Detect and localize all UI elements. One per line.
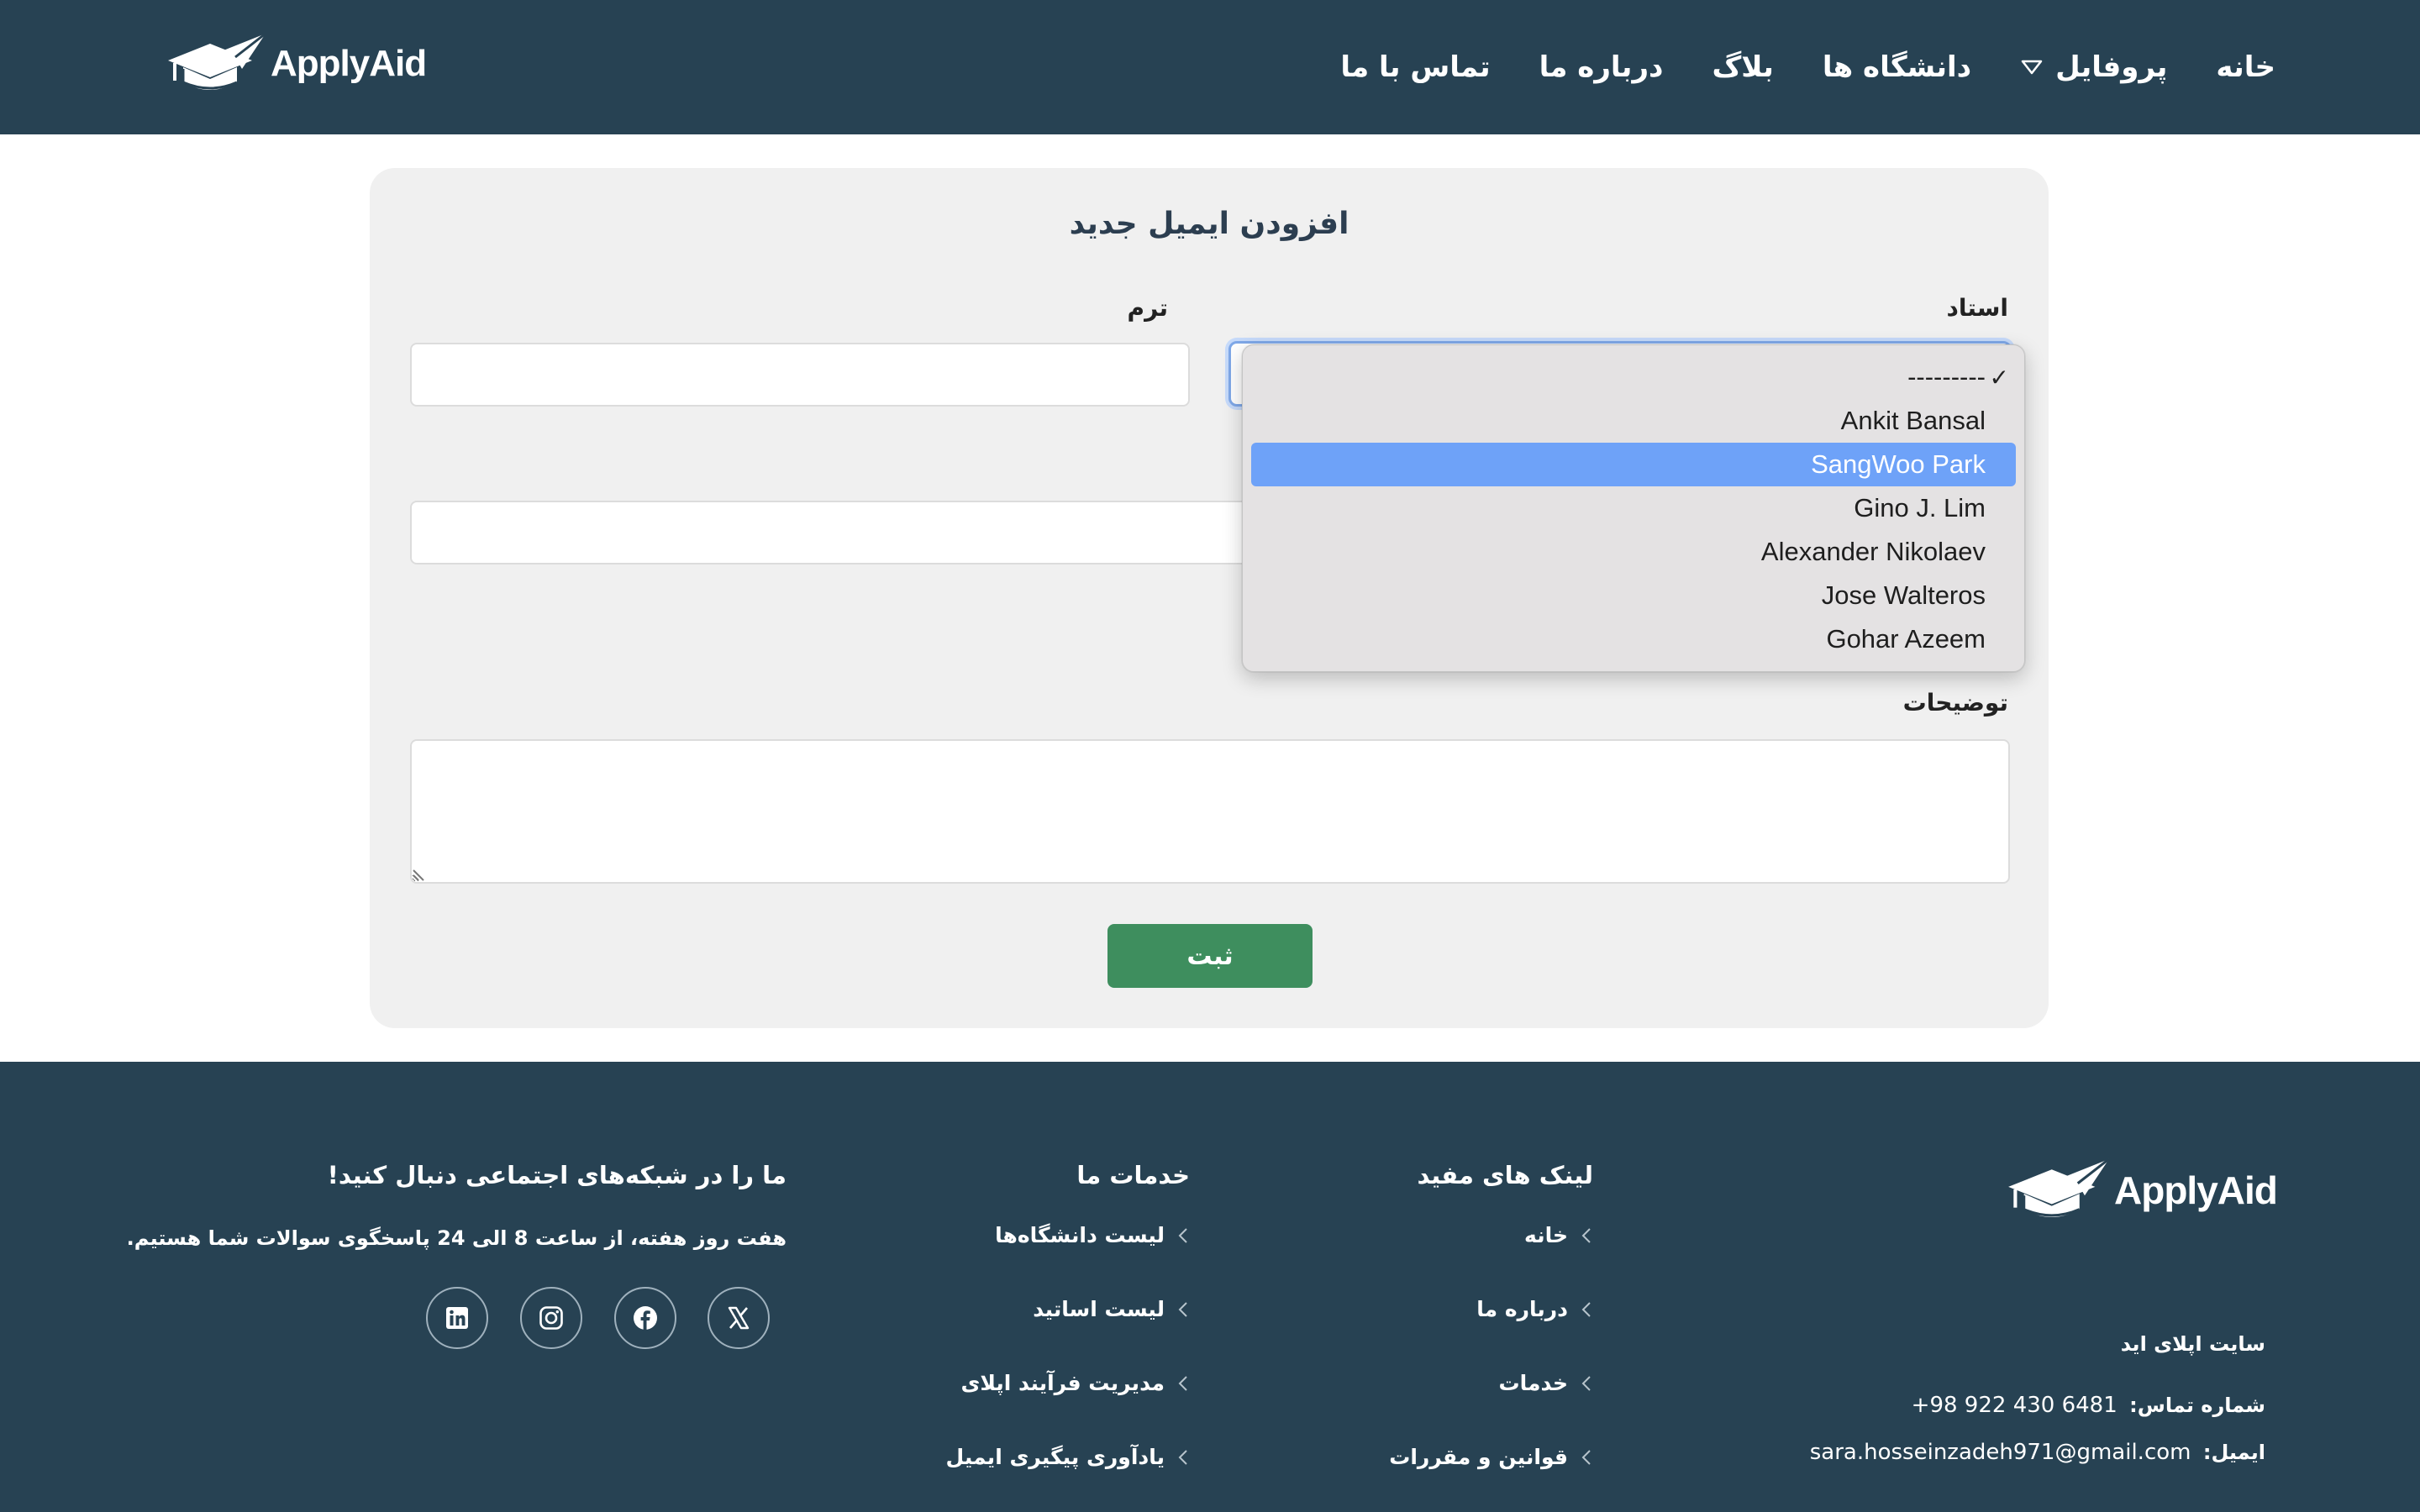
footer-site-name: سایت اپلای اید [2120,1332,2265,1356]
footer-link-email-reminder[interactable]: یادآوری پیگیری ایمیل [946,1445,1190,1469]
footer-link-label: خانه [1524,1223,1568,1247]
nav-item-profile[interactable]: پروفایل [2020,50,2167,84]
email-label: ایمیل: [2202,1441,2265,1464]
chevron-left-icon [1581,1227,1591,1243]
site-header: ApplyAid خانه پروفایل دانشگاه ها بلاگ در… [0,0,2420,134]
nav-item-contact[interactable]: تماس با ما [1340,50,1490,84]
useful-links-heading: لینک های مفید [1417,1161,1593,1189]
chevron-left-icon [1178,1449,1187,1465]
social-subtext: هفت روز هفته، از ساعت 8 الی 24 پاسخگوی س… [126,1226,786,1250]
term-input[interactable] [410,343,1190,407]
description-label: توضیحات [1902,689,2008,717]
email-address: sara.hosseinzadeh971@gmail.com [1809,1440,2191,1465]
dropdown-option[interactable]: Jose Walteros [1251,574,2016,617]
chevron-left-icon [1581,1375,1591,1391]
professor-dropdown-menu: ✓ --------- Ankit Bansal SangWoo Park Gi… [1242,344,2025,672]
graduation-cap-icon [2008,1158,2110,1217]
dropdown-option[interactable]: Alexander Nikolaev [1251,530,2016,574]
option-label: Gohar Azeem [1826,624,1986,654]
facebook-icon[interactable] [614,1287,676,1349]
footer-link-label: یادآوری پیگیری ایمیل [945,1445,1165,1469]
brand-logo[interactable]: ApplyAid [165,30,427,97]
form-title: افزودن ایمیل جدید [1069,207,1349,241]
footer-link-professors-list[interactable]: لیست اساتید [1033,1297,1190,1321]
checkmark-icon: ✓ [1989,364,2009,391]
footer-link-terms[interactable]: قوانین و مقررات [1389,1445,1593,1469]
nav-item-about[interactable]: درباره ما [1539,50,1664,84]
footer-link-label: درباره ما [1476,1297,1568,1321]
nav-label: درباره ما [1539,50,1664,84]
chevron-left-icon [1178,1227,1187,1243]
term-label: ترم [1127,294,1168,322]
footer-link-apply-management[interactable]: مدیریت فرآیند اپلای [961,1371,1191,1395]
footer-link-about[interactable]: درباره ما [1476,1297,1593,1321]
chevron-left-icon [1581,1301,1591,1317]
site-footer: ApplyAid سایت اپلای اید شماره تماس: +98 … [0,1062,2420,1512]
dropdown-option[interactable]: Gino J. Lim [1251,486,2016,530]
footer-email-row: ایمیل: sara.hosseinzadeh971@gmail.com [1810,1440,2265,1465]
caret-down-icon [2021,60,2043,75]
services-heading: خدمات ما [1076,1161,1190,1189]
brand-name: ApplyAid [271,43,427,84]
main-nav: خانه پروفایل دانشگاه ها بلاگ درباره ما ت… [1340,0,2275,134]
option-label: --------- [1907,362,1986,391]
option-label: Alexander Nikolaev [1760,537,1986,566]
footer-link-home[interactable]: خانه [1524,1223,1593,1247]
chevron-left-icon [1178,1301,1187,1317]
dropdown-option[interactable]: Ankit Bansal [1251,399,2016,443]
footer-link-label: لیست اساتید [1033,1297,1165,1321]
footer-link-universities-list[interactable]: لیست دانشگاه‌ها [995,1223,1190,1247]
footer-link-label: خدمات [1498,1371,1568,1395]
x-icon[interactable] [708,1287,770,1349]
nav-label: پروفایل [2055,50,2168,84]
option-label: SangWoo Park [1811,449,1986,479]
footer-link-label: مدیریت فرآیند اپلای [960,1371,1165,1395]
resize-grip-icon[interactable] [412,865,429,882]
footer-link-label: لیست دانشگاه‌ها [995,1223,1165,1247]
nav-item-blog[interactable]: بلاگ [1712,50,1773,84]
professor-label: استاد [1946,294,2008,322]
dropdown-option-highlighted[interactable]: SangWoo Park [1251,443,2016,486]
phone-label: شماره تماس: [2129,1394,2265,1417]
nav-label: دانشگاه ها [1822,50,1972,84]
chevron-left-icon [1178,1375,1187,1391]
dropdown-option[interactable]: Gohar Azeem [1251,617,2016,661]
nav-item-universities[interactable]: دانشگاه ها [1823,50,1971,84]
nav-item-home[interactable]: خانه [2216,50,2275,84]
description-textarea[interactable] [410,739,2010,884]
nav-label: خانه [2216,50,2275,84]
chevron-left-icon [1581,1449,1591,1465]
nav-label: تماس با ما [1340,50,1491,84]
option-label: Jose Walteros [1821,580,1986,610]
footer-brand-logo[interactable]: ApplyAid [2005,1152,2278,1228]
option-label: Gino J. Lim [1854,493,1986,522]
instagram-icon[interactable] [520,1287,582,1349]
graduation-cap-icon [168,32,266,90]
footer-link-label: قوانین و مقررات [1389,1445,1568,1469]
phone-number: +98 922 430 6481 [1911,1393,2118,1418]
option-label: Ankit Bansal [1840,406,1986,435]
dropdown-option[interactable]: ✓ --------- [1251,355,2016,399]
linkedin-icon[interactable] [426,1287,488,1349]
footer-link-services[interactable]: خدمات [1499,1371,1593,1395]
brand-name: ApplyAid [2114,1168,2278,1212]
submit-button[interactable]: ثبت [1107,924,1313,988]
footer-phone-row: شماره تماس: +98 922 430 6481 [1912,1393,2265,1418]
social-heading: ما را در شبکه‌های اجتماعی دنبال کنید! [327,1161,786,1189]
nav-label: بلاگ [1712,50,1774,84]
